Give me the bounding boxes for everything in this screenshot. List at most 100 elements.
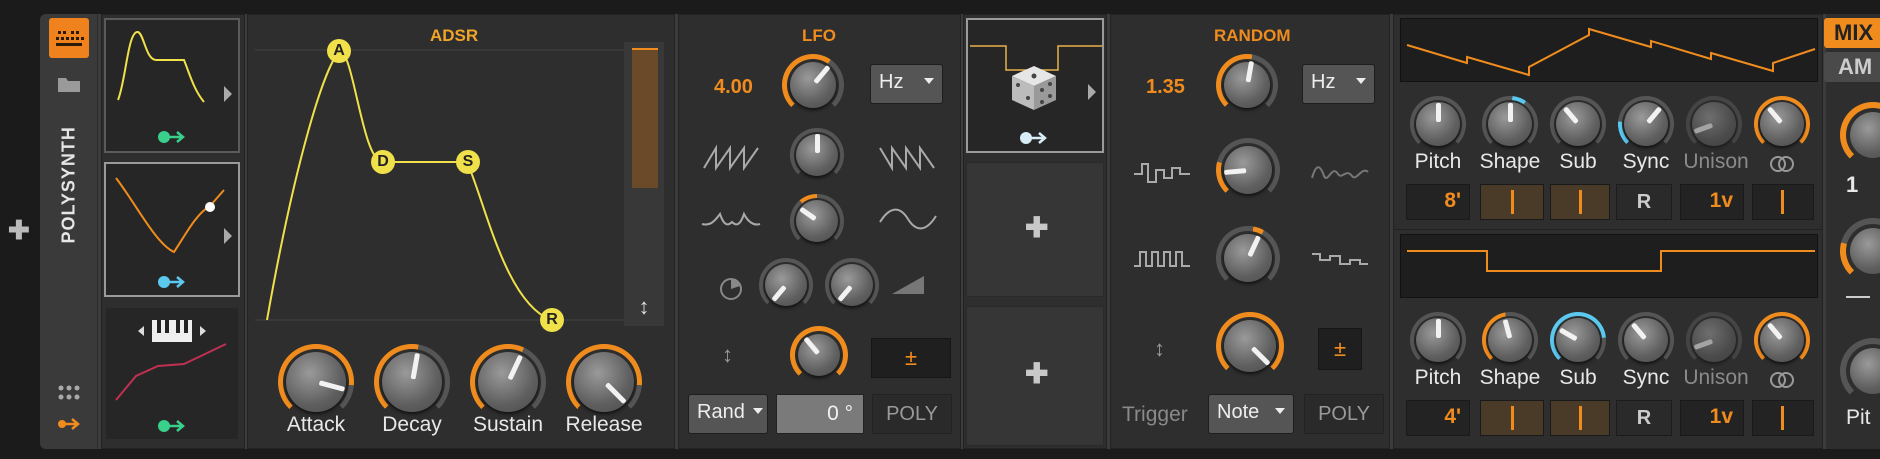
envelope-thumb-curve[interactable] bbox=[104, 162, 240, 297]
random-poly-button[interactable]: POLY bbox=[1304, 394, 1384, 434]
stair-random-icon[interactable] bbox=[1310, 246, 1372, 272]
mixer-level-knob[interactable] bbox=[1836, 98, 1880, 178]
osc1-shape-knob[interactable] bbox=[1482, 96, 1538, 152]
lfo-saw-mix-knob[interactable] bbox=[790, 128, 844, 182]
lfo-phase-field[interactable]: 0 ° bbox=[776, 394, 864, 434]
osc2-shape-label: Shape bbox=[1479, 366, 1541, 389]
decay-point[interactable]: D bbox=[371, 150, 395, 174]
sine-wave-icon[interactable] bbox=[878, 204, 940, 234]
osc1-octave-field[interactable]: 8' bbox=[1406, 184, 1470, 220]
resize-vertical-icon[interactable]: ↕ bbox=[722, 342, 733, 368]
lfo-depth-knob[interactable] bbox=[825, 258, 879, 312]
random-chance-knob[interactable] bbox=[1216, 226, 1280, 290]
decay-knob[interactable] bbox=[374, 344, 450, 420]
keytrack-shape-icon bbox=[115, 320, 227, 432]
osc2-sync-knob[interactable] bbox=[1618, 312, 1674, 368]
mix-mode-button[interactable]: MIX bbox=[1824, 18, 1880, 48]
resize-vertical-icon[interactable]: ↕ bbox=[1154, 336, 1165, 362]
osc2-sub-label: Sub bbox=[1559, 366, 1597, 389]
modulator-slot-empty[interactable]: ✚ bbox=[966, 162, 1104, 297]
random-title: RANDOM bbox=[1214, 26, 1291, 45]
osc1-waveform-display[interactable] bbox=[1400, 18, 1818, 82]
lfo-unit-dropdown[interactable]: Hz bbox=[870, 64, 943, 104]
add-device-icon[interactable]: ✚ bbox=[8, 215, 30, 246]
saw-down-wave-icon[interactable] bbox=[878, 142, 938, 172]
osc2-pitch-label: Pitch bbox=[1414, 366, 1462, 389]
adsr-level-meter[interactable]: ↕ bbox=[624, 42, 664, 326]
lfo-bipolar-button[interactable]: ± bbox=[871, 338, 951, 378]
adsr-graph[interactable] bbox=[255, 42, 625, 332]
folder-icon[interactable] bbox=[56, 74, 82, 94]
stereo-rings-icon bbox=[1768, 154, 1796, 174]
mixer-balance-knob[interactable] bbox=[1836, 214, 1880, 294]
osc2-stereo-field[interactable] bbox=[1752, 400, 1814, 436]
release-knob[interactable] bbox=[566, 344, 642, 420]
osc2-unison-knob[interactable] bbox=[1686, 312, 1742, 368]
osc2-octave-field[interactable]: 4' bbox=[1406, 400, 1470, 436]
lfo-rate-knob[interactable] bbox=[782, 54, 844, 116]
osc1-pitch-knob[interactable] bbox=[1410, 96, 1466, 152]
random-smooth-knob[interactable] bbox=[1216, 138, 1280, 202]
osc2-shape-knob[interactable] bbox=[1482, 312, 1538, 368]
pulse-random-icon[interactable] bbox=[1132, 246, 1194, 272]
step-random-icon[interactable] bbox=[1132, 160, 1194, 186]
osc1-stereo-field[interactable] bbox=[1752, 184, 1814, 220]
mod-marker bbox=[1579, 406, 1582, 430]
osc2-pitch-knob[interactable] bbox=[1410, 312, 1466, 368]
osc2-voltage-field[interactable]: 1v bbox=[1680, 400, 1744, 436]
osc1-sync-knob[interactable] bbox=[1618, 96, 1674, 152]
mod-marker bbox=[1511, 406, 1514, 430]
osc1-pitch-label: Pitch bbox=[1414, 150, 1462, 173]
osc2-stereo-knob[interactable] bbox=[1754, 312, 1810, 368]
osc2-shape-mod-field[interactable] bbox=[1480, 400, 1544, 436]
osc2-waveform-display[interactable] bbox=[1400, 234, 1818, 298]
sustain-point[interactable]: S bbox=[456, 150, 480, 174]
osc1-voltage-field[interactable]: 1v bbox=[1680, 184, 1744, 220]
lfo-mode-dropdown[interactable]: Rand bbox=[688, 394, 768, 434]
lfo-amount-knob[interactable] bbox=[790, 326, 848, 384]
dots-grid-icon[interactable] bbox=[57, 384, 83, 402]
random-amount-knob[interactable] bbox=[1216, 312, 1284, 380]
mixer-pitch-label: Pit bbox=[1846, 406, 1871, 429]
release-point[interactable]: R bbox=[540, 308, 564, 332]
saw-up-wave-icon[interactable] bbox=[702, 142, 762, 172]
attack-knob[interactable] bbox=[278, 344, 354, 420]
random-rate-value[interactable]: 1.35 bbox=[1146, 76, 1185, 99]
envelope-thumb-keytrack[interactable] bbox=[104, 306, 240, 441]
osc1-unison-knob[interactable] bbox=[1686, 96, 1742, 152]
device-toggle-button[interactable] bbox=[49, 18, 89, 58]
envelope-thumb-adsr[interactable] bbox=[104, 18, 240, 153]
trigger-value: Note bbox=[1217, 401, 1260, 423]
osc1-shape-mod-field[interactable] bbox=[1480, 184, 1544, 220]
osc2-sub-mod-field[interactable] bbox=[1550, 400, 1610, 436]
lfo-poly-button[interactable]: POLY bbox=[872, 394, 952, 434]
resize-vertical-icon[interactable]: ↕ bbox=[634, 294, 654, 320]
osc1-sub-mod-field[interactable] bbox=[1550, 184, 1610, 220]
attack-point[interactable]: A bbox=[327, 39, 351, 63]
osc1-voltage-value: 1v bbox=[1709, 189, 1733, 212]
osc2-reset-button[interactable]: R bbox=[1616, 400, 1672, 436]
osc2-voltage-value: 1v bbox=[1709, 405, 1733, 428]
lfo-rate-value[interactable]: 4.00 bbox=[714, 76, 753, 99]
osc2-sub-knob[interactable] bbox=[1550, 312, 1606, 368]
lfo-phase-knob[interactable] bbox=[759, 258, 813, 312]
sustain-knob[interactable] bbox=[470, 344, 546, 420]
mixer-pitch-knob[interactable] bbox=[1836, 336, 1880, 410]
smooth-random-icon[interactable] bbox=[1310, 160, 1372, 186]
osc1-stereo-knob[interactable] bbox=[1754, 96, 1810, 152]
random-rate-knob[interactable] bbox=[1216, 54, 1278, 116]
random-source-thumb[interactable] bbox=[966, 18, 1104, 153]
add-modulator-icon[interactable]: ✚ bbox=[1025, 211, 1048, 244]
random-unit-dropdown[interactable]: Hz bbox=[1302, 64, 1375, 104]
trigger-dropdown[interactable]: Note bbox=[1208, 394, 1294, 434]
lfo-unit-value: Hz bbox=[879, 71, 904, 93]
modulator-slot-empty[interactable]: ✚ bbox=[966, 306, 1104, 446]
modulator-arrow-icon[interactable] bbox=[57, 417, 83, 431]
osc1-sub-knob[interactable] bbox=[1550, 96, 1606, 152]
lfo-shape-knob[interactable] bbox=[790, 194, 844, 248]
add-modulator-icon[interactable]: ✚ bbox=[1025, 357, 1048, 390]
osc1-reset-button[interactable]: R bbox=[1616, 184, 1672, 220]
random-bipolar-button[interactable]: ± bbox=[1318, 328, 1362, 370]
am-mode-button[interactable]: AM bbox=[1824, 52, 1880, 82]
spike-wave-icon[interactable] bbox=[700, 204, 762, 234]
